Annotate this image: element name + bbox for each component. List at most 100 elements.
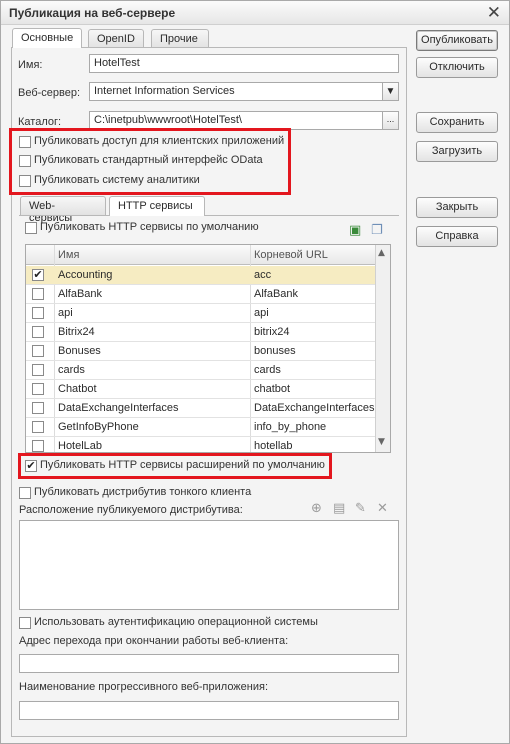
row-checkbox[interactable] — [32, 402, 44, 414]
publish-odata-checkbox[interactable] — [19, 155, 31, 167]
publish-analytics-label: Публиковать систему аналитики — [34, 174, 200, 186]
title-bar: Публикация на веб-сервере ✕ — [1, 1, 509, 25]
subtab-http-services-label: HTTP сервисы — [118, 200, 193, 212]
subtab-web-services[interactable]: Web-сервисы — [20, 196, 106, 224]
tab-openid-label: OpenID — [97, 33, 135, 45]
row-name: Bitrix24 — [58, 326, 95, 338]
row-url: chatbot — [254, 383, 291, 395]
publish-thin-client-label: Публиковать дистрибутив тонкого клиента — [34, 486, 252, 498]
tab-main[interactable]: Основные — [12, 28, 82, 48]
close-icon[interactable]: ✕ — [487, 3, 501, 23]
row-checkbox[interactable] — [32, 364, 44, 376]
add-icon[interactable]: ⊕ — [311, 501, 322, 516]
table-scrollbar[interactable]: ▲ ▼ — [375, 245, 390, 452]
webserver-label: Веб-сервер: — [18, 87, 81, 99]
table-row[interactable]: Chatbot chatbot — [26, 380, 375, 399]
publish-thin-client-checkbox[interactable] — [19, 487, 31, 499]
table-row[interactable]: HotelLab hotellab — [26, 437, 375, 452]
redirect-address-field[interactable] — [19, 654, 399, 673]
http-default-label: Публиковать HTTP сервисы по умолчанию — [40, 221, 259, 233]
column-header-name[interactable]: Имя — [58, 249, 79, 261]
row-name: HotelLab — [58, 440, 103, 452]
row-checkbox[interactable] — [32, 383, 44, 395]
subtab-http-services[interactable]: HTTP сервисы — [109, 196, 205, 216]
row-url: cards — [254, 364, 281, 376]
publish-button[interactable]: Опубликовать — [416, 30, 498, 51]
catalog-label: Каталог: — [18, 116, 62, 128]
row-name: GetInfoByPhone — [58, 421, 139, 433]
row-checkbox[interactable] — [32, 440, 44, 452]
publication-dialog: Публикация на веб-сервере ✕ Основные Ope… — [0, 0, 510, 744]
load-button[interactable]: Загрузить — [416, 141, 498, 162]
webserver-select[interactable]: Internet Information Services — [89, 82, 383, 101]
row-url: AlfaBank — [254, 288, 299, 300]
distribution-location-label: Расположение публикуемого дистрибутива: — [19, 504, 243, 516]
row-url: api — [254, 307, 269, 319]
tab-other-label: Прочие — [160, 33, 198, 45]
table-header: Имя Корневой URL — [26, 245, 375, 265]
copy-icon[interactable]: ❐ — [371, 223, 383, 238]
distribution-location-list[interactable] — [19, 520, 399, 610]
row-name: Chatbot — [58, 383, 97, 395]
catalog-field[interactable]: C:\inetpub\wwwroot\HotelTest\ — [89, 111, 383, 130]
row-checkbox[interactable]: ✔ — [32, 269, 44, 281]
http-extensions-checkbox[interactable]: ✔ — [25, 460, 37, 472]
os-auth-label: Использовать аутентификацию операционной… — [34, 616, 318, 628]
table-row[interactable]: GetInfoByPhone info_by_phone — [26, 418, 375, 437]
subtab-divider — [19, 215, 399, 216]
row-url: info_by_phone — [254, 421, 327, 433]
copy-item-icon[interactable]: ▤ — [333, 501, 345, 516]
row-name: Accounting — [58, 269, 113, 281]
publish-odata-label: Публиковать стандартный интерфейс OData — [34, 154, 263, 166]
check-all-icon[interactable]: ▣ — [349, 223, 361, 238]
name-field[interactable]: HotelTest — [89, 54, 399, 73]
publish-analytics-checkbox[interactable] — [19, 175, 31, 187]
http-services-table: Имя Корневой URL ✔ Accounting acc AlfaBa… — [25, 244, 391, 453]
tab-main-label: Основные — [21, 32, 74, 44]
http-extensions-label: Публиковать HTTP сервисы расширений по у… — [40, 459, 325, 471]
delete-icon[interactable]: ✕ — [377, 501, 388, 516]
disable-button[interactable]: Отключить — [416, 57, 498, 78]
row-checkbox[interactable] — [32, 307, 44, 319]
table-row[interactable]: cards cards — [26, 361, 375, 380]
table-row[interactable]: AlfaBank AlfaBank — [26, 285, 375, 304]
edit-icon[interactable]: ✎ — [355, 501, 366, 516]
scroll-up-icon[interactable]: ▲ — [378, 248, 385, 258]
publish-client-apps-label: Публиковать доступ для клиентских прилож… — [34, 135, 285, 147]
row-name: cards — [58, 364, 85, 376]
http-default-checkbox[interactable] — [25, 222, 37, 234]
table-row[interactable]: api api — [26, 304, 375, 323]
scroll-down-icon[interactable]: ▼ — [378, 437, 385, 447]
row-url: DataExchangeInterfaces — [254, 402, 375, 414]
row-checkbox[interactable] — [32, 421, 44, 433]
row-checkbox[interactable] — [32, 326, 44, 338]
row-checkbox[interactable] — [32, 288, 44, 300]
row-url: hotellab — [254, 440, 293, 452]
browse-button[interactable]: ... — [382, 111, 399, 130]
table-row[interactable]: Bitrix24 bitrix24 — [26, 323, 375, 342]
table-row[interactable]: ✔ Accounting acc — [26, 266, 375, 285]
save-button[interactable]: Сохранить — [416, 112, 498, 133]
table-row[interactable]: Bonuses bonuses — [26, 342, 375, 361]
redirect-address-label: Адрес перехода при окончании работы веб-… — [19, 635, 289, 647]
row-url: bonuses — [254, 345, 296, 357]
pwa-name-label: Наименование прогрессивного веб-приложен… — [19, 681, 269, 693]
name-label: Имя: — [18, 59, 43, 71]
row-url: acc — [254, 269, 272, 281]
row-name: Bonuses — [58, 345, 101, 357]
os-auth-checkbox[interactable] — [19, 617, 31, 629]
publish-client-apps-checkbox[interactable] — [19, 136, 31, 148]
row-name: DataExchangeInterfaces — [58, 402, 179, 414]
pwa-name-field[interactable] — [19, 701, 399, 720]
row-checkbox[interactable] — [32, 345, 44, 357]
chevron-down-icon[interactable]: ▼ — [382, 82, 399, 101]
close-button[interactable]: Закрыть — [416, 197, 498, 218]
tab-other[interactable]: Прочие — [151, 29, 209, 48]
table-row[interactable]: DataExchangeInterfaces DataExchangeInter… — [26, 399, 375, 418]
help-button[interactable]: Справка — [416, 226, 498, 247]
tab-openid[interactable]: OpenID — [88, 29, 144, 48]
column-header-url[interactable]: Корневой URL — [254, 249, 328, 261]
row-url: bitrix24 — [254, 326, 290, 338]
row-name: AlfaBank — [58, 288, 103, 300]
window-title: Публикация на веб-сервере — [9, 6, 176, 20]
